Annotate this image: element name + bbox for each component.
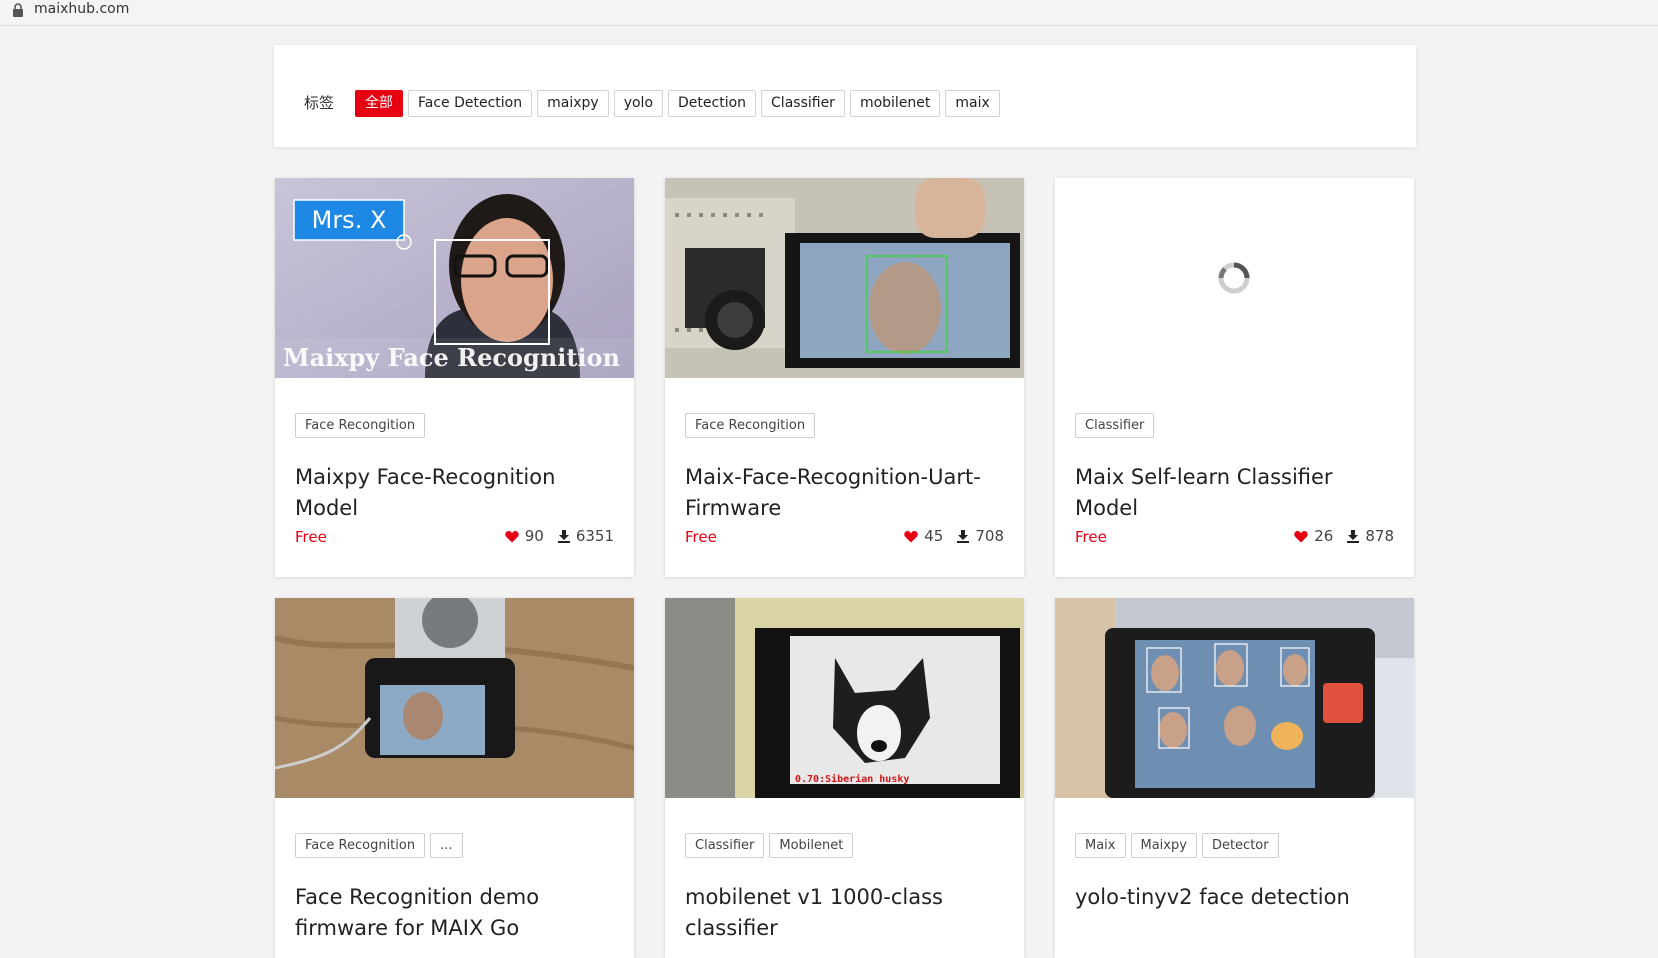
like-count: 26 [1314,527,1334,545]
heart-icon[interactable] [904,530,918,543]
heart-icon[interactable] [505,530,519,543]
model-thumbnail[interactable] [275,598,634,798]
filter-chip-mobilenet[interactable]: mobilenet [849,90,941,117]
card-title[interactable]: yolo-tinyv2 face detection [1075,882,1400,913]
model-thumbnail[interactable]: Mrs. X Maixpy Face Recognition [275,178,634,378]
model-card[interactable]: Face Recognition ... Face Recognition de… [275,598,634,958]
card-title[interactable]: Maix Self-learn Classifier Model [1075,462,1400,524]
download-count: 6351 [575,527,614,545]
card-tag[interactable]: Face Recongition [685,413,816,438]
filter-chip-yolo[interactable]: yolo [613,90,664,117]
face-box-label: Mrs. X [312,206,387,234]
model-card[interactable]: Classifier Maix Self-learn Classifier Mo… [1055,178,1414,577]
tag-filter-panel: 标签 全部 Face Detection maixpy yolo Detecti… [274,45,1416,147]
download-icon[interactable] [1347,529,1360,543]
filter-chip-face-detection[interactable]: Face Detection [408,90,533,117]
model-thumbnail[interactable] [665,178,1024,378]
card-tag[interactable]: Detector [1201,833,1279,858]
card-title[interactable]: Maixpy Face-Recognition Model [295,462,620,524]
price-label: Free [685,528,717,546]
card-title[interactable]: mobilenet v1 1000-class classifier [685,882,1010,944]
model-card[interactable]: Mrs. X Maixpy Face Recognition Face Reco… [275,178,634,577]
model-thumbnail[interactable]: 0.70:Siberian husky [665,598,1024,798]
filter-chip-maixpy[interactable]: maixpy [537,90,609,117]
download-icon[interactable] [957,529,970,543]
price-label: Free [1075,528,1107,546]
filter-chip-detection[interactable]: Detection [668,90,757,117]
card-stats: 26 878 [1294,527,1394,545]
like-count: 90 [524,527,544,545]
model-card[interactable]: 0.70:Siberian husky Classifier Mobilenet… [665,598,1024,958]
heart-icon[interactable] [1294,530,1308,543]
card-tags: Face Recongition [685,413,820,438]
card-tag[interactable]: Classifier [685,833,765,858]
filter-chip-maix[interactable]: maix [945,90,1000,117]
card-stats: 90 6351 [505,527,614,545]
card-title[interactable]: Maix-Face-Recognition-Uart-Firmware [685,462,1010,524]
card-tag[interactable]: Classifier [1075,413,1155,438]
price-label: Free [295,528,327,546]
model-thumbnail[interactable] [1055,178,1414,378]
filter-chip-all[interactable]: 全部 [355,90,403,117]
card-tag[interactable]: Mobilenet [769,833,854,858]
browser-url-bar[interactable]: maixhub.com [0,0,1658,26]
url-text[interactable]: maixhub.com [34,1,129,17]
filter-chip-classifier[interactable]: Classifier [761,90,845,117]
download-count: 878 [1365,527,1394,545]
model-card[interactable]: Face Recongition Maix-Face-Recognition-U… [665,178,1024,577]
card-tags: Face Recognition ... [295,833,468,858]
card-tag[interactable]: Face Recognition [295,833,426,858]
model-card[interactable]: Maix Maixpy Detector yolo-tinyv2 face de… [1055,598,1414,958]
tag-filter-label: 标签 [304,94,335,112]
card-tags: Face Recongition [295,413,430,438]
model-thumbnail[interactable] [1055,598,1414,798]
card-tag[interactable]: Face Recongition [295,413,426,438]
card-tag-more[interactable]: ... [430,833,463,858]
card-tags: Maix Maixpy Detector [1075,833,1284,858]
thumbnail-overlay-text: 0.70:Siberian husky [795,773,909,785]
thumbnail-caption: Maixpy Face Recognition [283,343,620,372]
card-tag[interactable]: Maixpy [1130,833,1197,858]
lock-icon [13,3,23,17]
card-tag[interactable]: Maix [1075,833,1126,858]
card-title[interactable]: Face Recognition demo firmware for MAIX … [295,882,620,944]
download-count: 708 [975,527,1004,545]
like-count: 45 [924,527,944,545]
card-tags: Classifier Mobilenet [685,833,858,858]
tag-filter-list: 全部 Face Detection maixpy yolo Detection … [355,90,1005,117]
card-tags: Classifier [1075,413,1159,438]
download-icon[interactable] [557,529,570,543]
card-stats: 45 708 [904,527,1004,545]
